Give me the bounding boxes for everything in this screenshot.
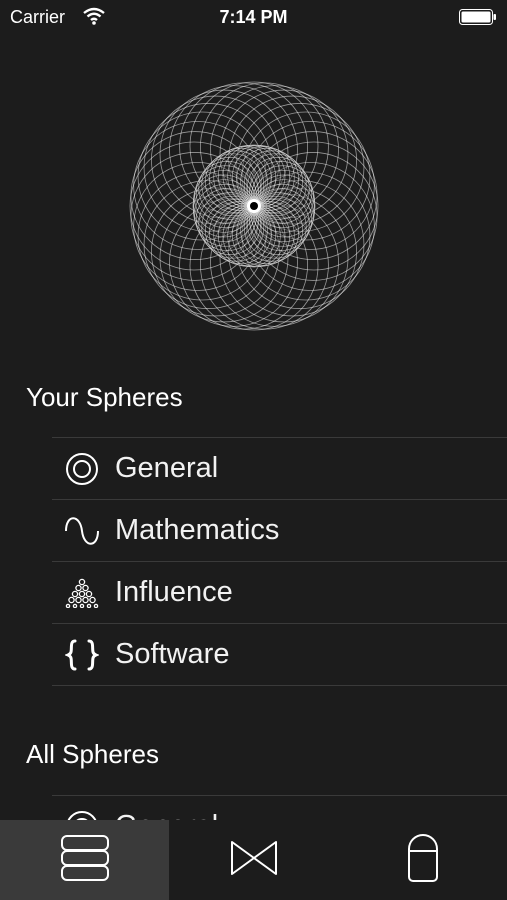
tab-profile[interactable] [338,820,507,900]
sphere-item-label: Influence [115,576,233,608]
clock-time: 7:14 PM [219,7,288,27]
sphere-item-general[interactable]: General [52,438,507,499]
bowtie-icon [230,840,278,881]
sphere-logo-icon [126,78,382,334]
curly-braces-icon [64,637,100,673]
sphere-item-label: Software [115,638,230,670]
battery-icon [459,9,497,25]
tab-spheres[interactable] [0,820,169,900]
your-spheres-header: Your Spheres [26,382,183,412]
triangle-dots-icon [64,575,100,611]
divider [52,685,507,686]
tab-connections[interactable] [169,820,338,900]
sphere-item-mathematics[interactable]: Mathematics [52,500,507,561]
target-icon [64,451,100,487]
all-spheres-header: All Spheres [26,739,159,769]
sphere-item-software[interactable]: Software [52,624,507,685]
status-bar: Carrier 7:14 PM [0,0,507,36]
your-spheres-list: General Mathematics Influence Software [52,437,507,686]
capsule-icon [407,833,439,888]
tab-bar [0,820,507,900]
sphere-item-label: Mathematics [115,514,280,546]
sine-wave-icon [64,513,100,549]
sphere-item-influence[interactable]: Influence [52,562,507,623]
sphere-item-label: General [115,452,219,484]
stack-icon [60,834,110,887]
